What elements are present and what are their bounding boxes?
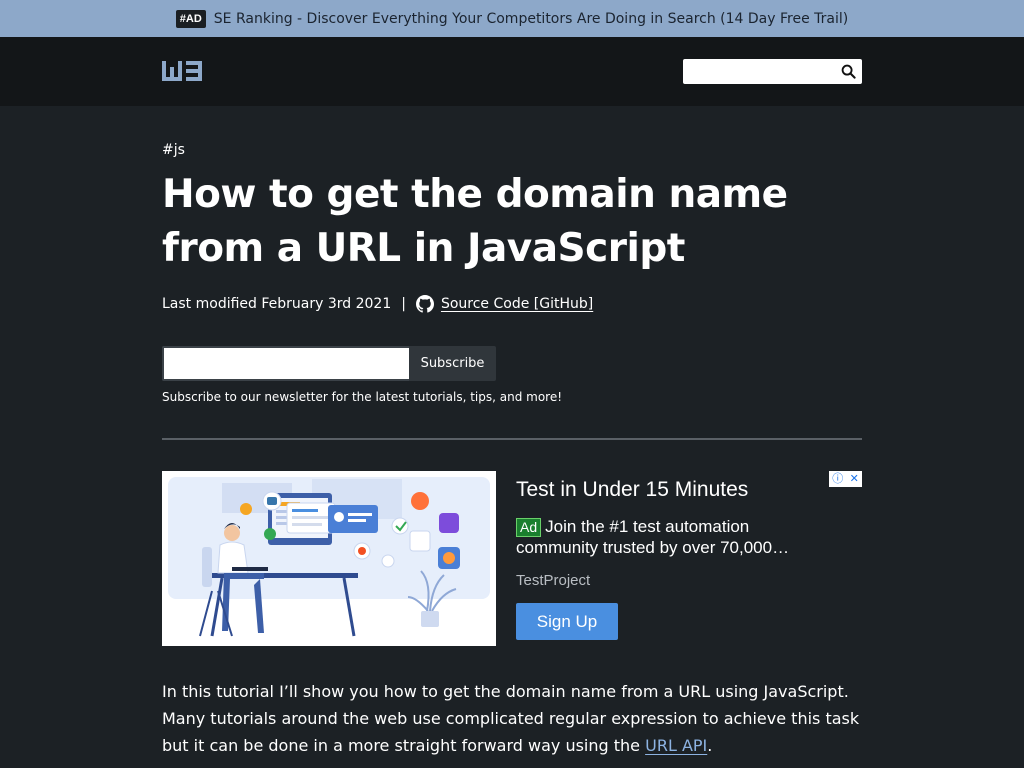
ad-description[interactable]: Ad Join the #1 test automation community …: [516, 516, 816, 558]
ad-choices[interactable]: ⓘ ✕: [829, 471, 862, 487]
announcement-text[interactable]: SE Ranking - Discover Everything Your Co…: [214, 11, 848, 27]
divider: [162, 438, 862, 440]
meta-separator: |: [401, 296, 406, 312]
intro-paragraph: In this tutorial I’ll show you how to ge…: [162, 678, 862, 759]
ad-title[interactable]: Test in Under 15 Minutes: [516, 478, 748, 502]
ad-brand[interactable]: TestProject: [516, 572, 590, 589]
newsletter-note: Subscribe to our newsletter for the late…: [162, 390, 563, 404]
intro-end: .: [707, 736, 713, 755]
ad-description-text: Join the #1 test automation community tr…: [516, 517, 790, 557]
search-icon[interactable]: [841, 64, 856, 79]
last-modified-date: Last modified February 3rd 2021: [162, 296, 392, 312]
title-line-1: How to get the domain name: [162, 172, 788, 217]
title-line-2: from a URL in JavaScript: [162, 226, 685, 271]
site-logo[interactable]: [162, 61, 204, 81]
article-meta: Last modified February 3rd 2021 | Source…: [162, 294, 593, 314]
sign-up-button[interactable]: Sign Up: [516, 603, 618, 640]
github-icon: [415, 295, 434, 313]
ad-badge: #AD: [175, 9, 206, 28]
source-code-link[interactable]: Source Code [GitHub]: [441, 296, 593, 312]
article-tag[interactable]: #js: [162, 142, 185, 158]
adchoices-icon[interactable]: ⓘ: [832, 472, 843, 486]
newsletter-email-input[interactable]: [162, 346, 410, 381]
ad-illustration[interactable]: [162, 471, 496, 646]
intro-text: In this tutorial I’ll show you how to ge…: [162, 682, 860, 755]
ad-label: Ad: [516, 518, 542, 537]
search-input[interactable]: [683, 59, 862, 84]
subscribe-button[interactable]: Subscribe: [409, 346, 496, 381]
page-title: How to get the domain name from a URL in…: [162, 168, 802, 276]
close-icon[interactable]: ✕: [850, 472, 859, 486]
url-api-link[interactable]: URL API: [645, 736, 707, 755]
site-header: [0, 37, 1024, 106]
announcement-bar[interactable]: #AD SE Ranking - Discover Everything You…: [0, 0, 1024, 37]
